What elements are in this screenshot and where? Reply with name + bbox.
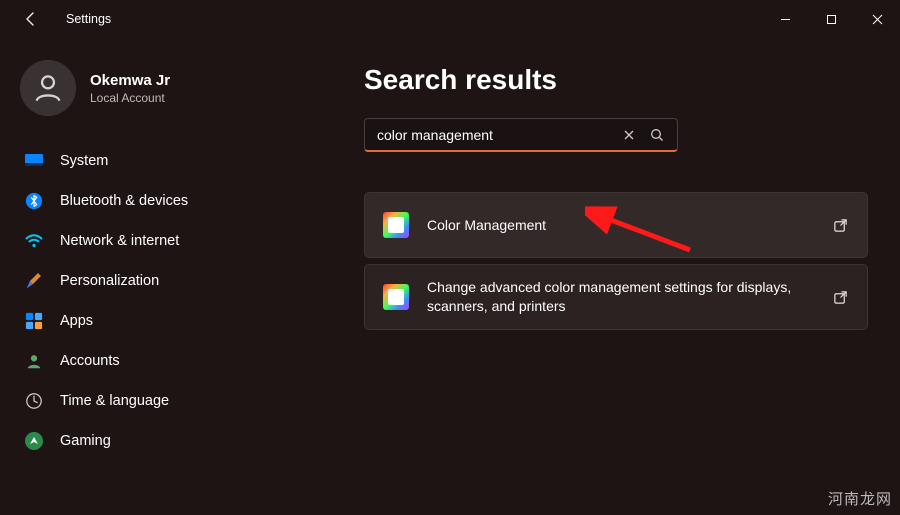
sidebar-item-label: Gaming — [60, 433, 111, 449]
bluetooth-icon — [24, 191, 44, 211]
color-management-icon — [383, 284, 409, 310]
result-title: Change advanced color management setting… — [427, 278, 813, 316]
paintbrush-icon — [24, 271, 44, 291]
sidebar-item-label: Apps — [60, 313, 93, 329]
color-management-icon — [383, 212, 409, 238]
main-pane: Search results Color Management Change a… — [292, 38, 900, 515]
profile-block[interactable]: Okemwa Jr Local Account — [14, 52, 284, 142]
sidebar-item-label: Personalization — [60, 273, 159, 289]
result-color-management[interactable]: Color Management — [364, 192, 868, 258]
titlebar: Settings — [0, 0, 900, 38]
close-button[interactable] — [854, 0, 900, 38]
sidebar-item-apps[interactable]: Apps — [14, 302, 284, 340]
avatar — [20, 60, 76, 116]
open-external-icon[interactable] — [831, 216, 849, 234]
sidebar-item-label: System — [60, 153, 108, 169]
display-icon — [24, 151, 44, 171]
result-title: Color Management — [427, 216, 813, 235]
window-controls — [762, 0, 900, 38]
clear-search-button[interactable] — [615, 121, 643, 149]
gaming-icon — [24, 431, 44, 451]
search-input[interactable] — [377, 127, 615, 143]
sidebar-item-network[interactable]: Network & internet — [14, 222, 284, 260]
sidebar-item-label: Network & internet — [60, 233, 179, 249]
sidebar-item-bluetooth[interactable]: Bluetooth & devices — [14, 182, 284, 220]
back-button[interactable] — [20, 8, 42, 30]
sidebar-item-personalization[interactable]: Personalization — [14, 262, 284, 300]
result-advanced-color-settings[interactable]: Change advanced color management setting… — [364, 264, 868, 330]
app-title: Settings — [66, 12, 111, 26]
search-icon[interactable] — [643, 121, 671, 149]
profile-name: Okemwa Jr — [90, 72, 170, 89]
sidebar-item-label: Time & language — [60, 393, 169, 409]
sidebar-item-time-language[interactable]: Time & language — [14, 382, 284, 420]
wifi-icon — [24, 231, 44, 251]
watermark: 河南龙网 — [828, 488, 892, 509]
results-list: Color Management Change advanced color m… — [364, 192, 868, 330]
profile-subtitle: Local Account — [90, 91, 170, 105]
sidebar-item-label: Bluetooth & devices — [60, 193, 188, 209]
clock-globe-icon — [24, 391, 44, 411]
minimize-button[interactable] — [762, 0, 808, 38]
sidebar-item-system[interactable]: System — [14, 142, 284, 180]
search-box[interactable] — [364, 118, 678, 152]
sidebar-item-label: Accounts — [60, 353, 120, 369]
page-heading: Search results — [364, 64, 870, 96]
accounts-icon — [24, 351, 44, 371]
apps-icon — [24, 311, 44, 331]
nav-list: System Bluetooth & devices Network & int… — [14, 142, 284, 460]
maximize-button[interactable] — [808, 0, 854, 38]
sidebar: Okemwa Jr Local Account System Bluetooth… — [0, 38, 292, 515]
sidebar-item-accounts[interactable]: Accounts — [14, 342, 284, 380]
open-external-icon[interactable] — [831, 288, 849, 306]
sidebar-item-gaming[interactable]: Gaming — [14, 422, 284, 460]
